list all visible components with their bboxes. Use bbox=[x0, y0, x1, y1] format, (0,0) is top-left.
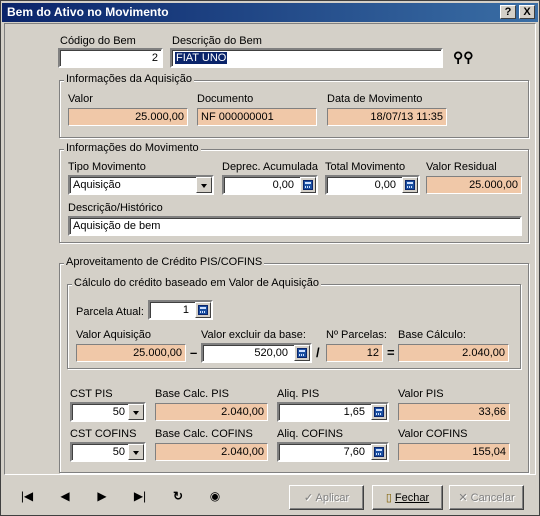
data-movimento-label: Data de Movimento bbox=[327, 93, 423, 105]
window-title: Bem do Ativo no Movimento bbox=[7, 5, 169, 19]
door-exit-icon: ▯ bbox=[385, 492, 395, 504]
movimento-caption: Informações do Movimento bbox=[64, 142, 201, 154]
aliq-pis-label: Aliq. PIS bbox=[277, 388, 320, 400]
close-button[interactable]: ▯ Fechar bbox=[372, 485, 443, 510]
documento-label: Documento bbox=[197, 93, 254, 105]
aliq-pis-field[interactable]: 1,65 bbox=[277, 402, 389, 422]
calculator-icon[interactable] bbox=[402, 177, 418, 193]
calculator-icon[interactable] bbox=[195, 302, 211, 318]
n-parcelas-field: 12 bbox=[326, 344, 383, 362]
calculator-icon[interactable] bbox=[371, 404, 387, 420]
valor-pis-field: 33,66 bbox=[398, 403, 510, 421]
cst-cofins-label: CST COFINS bbox=[70, 428, 137, 440]
cst-pis-label: CST PIS bbox=[70, 388, 113, 400]
apply-button[interactable]: ✓ Aplicar bbox=[289, 485, 364, 510]
valor-pis-label: Valor PIS bbox=[398, 388, 444, 400]
next-record-icon[interactable]: ▶ bbox=[90, 489, 114, 507]
parcela-label: Parcela Atual: bbox=[76, 306, 144, 318]
base-pis-label: Base Calc. PIS bbox=[155, 388, 229, 400]
base-calculo-label: Base Cálculo: bbox=[398, 329, 466, 341]
valor-residual-field: 25.000,00 bbox=[426, 176, 522, 194]
documento-field: NF 000000001 bbox=[197, 108, 317, 126]
aliq-cofins-field[interactable]: 7,60 bbox=[277, 442, 389, 462]
n-parcelas-label: Nº Parcelas: bbox=[326, 329, 387, 341]
refresh-icon[interactable]: ↻ bbox=[166, 489, 190, 507]
base-pis-field: 2.040,00 bbox=[155, 403, 268, 421]
calculator-icon[interactable] bbox=[300, 177, 316, 193]
calculo-caption: Cálculo do crédito baseado em Valor de A… bbox=[72, 277, 322, 289]
valor-aquisicao-label: Valor Aquisição bbox=[76, 329, 152, 341]
parcela-spinner[interactable]: 1 bbox=[148, 300, 213, 320]
title-bar: Bem do Ativo no Movimento ? X bbox=[2, 3, 538, 22]
deprec-label: Deprec. Acumulada bbox=[222, 161, 318, 173]
credito-caption: Aproveitamento de Crédito PIS/COFINS bbox=[64, 256, 265, 268]
dialog-window: Bem do Ativo no Movimento ? X Código do … bbox=[0, 0, 540, 516]
minus-operator: – bbox=[190, 345, 198, 360]
calculator-icon[interactable] bbox=[294, 345, 310, 361]
first-record-icon[interactable]: |◀ bbox=[15, 489, 39, 507]
historico-label: Descrição/Histórico bbox=[68, 202, 163, 214]
total-movimento-label: Total Movimento bbox=[325, 161, 406, 173]
binoculars-search-icon[interactable]: ⚲⚲ bbox=[453, 49, 474, 66]
valor-excluir-field[interactable]: 520,00 bbox=[201, 343, 312, 363]
cancel-button[interactable]: ✕ Cancelar bbox=[449, 485, 524, 510]
previous-record-icon[interactable]: ◀ bbox=[53, 489, 77, 507]
chevron-down-icon[interactable] bbox=[128, 404, 144, 420]
chevron-down-icon[interactable] bbox=[196, 177, 212, 193]
base-calculo-field: 2.040,00 bbox=[398, 344, 509, 362]
valor-cofins-label: Valor COFINS bbox=[398, 428, 468, 440]
calculator-icon[interactable] bbox=[371, 444, 387, 460]
valor-residual-label: Valor Residual bbox=[426, 161, 497, 173]
descricao-field[interactable]: FIAT UNO bbox=[170, 48, 443, 68]
help-button[interactable]: ? bbox=[500, 5, 516, 19]
close-window-button[interactable]: X bbox=[519, 5, 535, 19]
codigo-field[interactable]: 2 bbox=[58, 48, 163, 68]
cst-pis-select[interactable]: 50 bbox=[70, 402, 146, 422]
valor-aquisicao-field: 25.000,00 bbox=[76, 344, 186, 362]
equals-operator: = bbox=[387, 345, 395, 360]
base-cofins-field: 2.040,00 bbox=[155, 443, 268, 461]
divide-operator: / bbox=[316, 345, 320, 360]
tipo-movimento-select[interactable]: Aquisição bbox=[68, 175, 214, 195]
cancel-icon: ✕ bbox=[458, 492, 471, 504]
total-movimento-field[interactable]: 0,00 bbox=[325, 175, 420, 195]
chevron-down-icon[interactable] bbox=[128, 444, 144, 460]
descricao-label: Descrição do Bem bbox=[172, 35, 262, 47]
historico-field[interactable]: Aquisição de bem bbox=[68, 216, 522, 236]
tipo-movimento-label: Tipo Movimento bbox=[68, 161, 146, 173]
cst-cofins-select[interactable]: 50 bbox=[70, 442, 146, 462]
aliq-cofins-label: Aliq. COFINS bbox=[277, 428, 344, 440]
valor-label: Valor bbox=[68, 93, 93, 105]
last-record-icon[interactable]: ▶| bbox=[128, 489, 152, 507]
data-movimento-field: 18/07/13 11:35 bbox=[327, 108, 447, 126]
valor-cofins-field: 155,04 bbox=[398, 443, 510, 461]
record-icon[interactable]: ◉ bbox=[203, 489, 227, 507]
deprec-field[interactable]: 0,00 bbox=[222, 175, 318, 195]
valor-excluir-label: Valor excluir da base: bbox=[201, 329, 306, 341]
base-cofins-label: Base Calc. COFINS bbox=[155, 428, 253, 440]
codigo-label: Código do Bem bbox=[60, 35, 136, 47]
valor-field: 25.000,00 bbox=[68, 108, 188, 126]
apply-icon: ✓ bbox=[303, 492, 316, 504]
aquisicao-caption: Informações da Aquisição bbox=[64, 73, 194, 85]
